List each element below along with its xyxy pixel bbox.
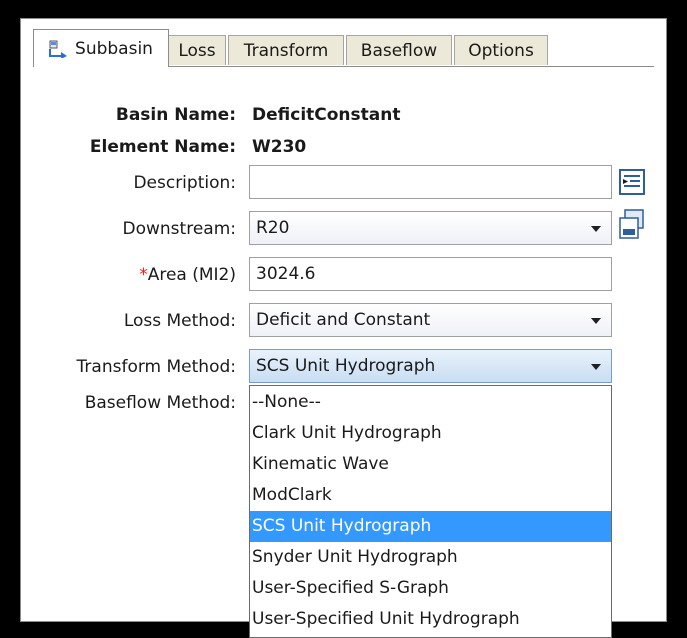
baseflow-method-label: Baseflow Method:	[84, 393, 236, 413]
text-editor-icon	[619, 169, 645, 195]
tab-transform-label: Transform	[243, 40, 329, 61]
basin-name-label: Basin Name:	[115, 105, 236, 125]
description-label: Description:	[133, 173, 236, 193]
loss-method-value: Deficit and Constant	[256, 310, 431, 330]
chevron-down-icon	[591, 364, 601, 370]
transform-method-value: SCS Unit Hydrograph	[256, 356, 436, 376]
element-selector-icon	[619, 209, 644, 239]
downstream-select-button[interactable]	[619, 209, 645, 239]
area-label: *Area (MI2)	[139, 265, 236, 285]
tab-subbasin[interactable]: Subbasin	[33, 29, 169, 67]
area-input[interactable]: 3024.6	[249, 257, 612, 291]
subbasin-icon	[49, 40, 69, 59]
dropdown-option[interactable]: Kinematic Wave	[250, 449, 611, 480]
transform-method-label: Transform Method:	[76, 357, 236, 377]
description-input[interactable]	[249, 165, 612, 199]
element-name-value: W230	[252, 137, 307, 157]
dropdown-option-selected[interactable]: SCS Unit Hydrograph	[250, 511, 611, 542]
tab-loss[interactable]: Loss	[168, 35, 226, 65]
element-name-label: Element Name:	[89, 137, 236, 157]
component-editor-panel: Subbasin Loss Transform Baseflow Options…	[20, 18, 667, 638]
downstream-label: Downstream:	[122, 219, 236, 239]
chevron-down-icon	[591, 318, 601, 324]
tab-baseflow-label: Baseflow	[360, 40, 438, 61]
required-marker: *	[139, 265, 148, 285]
dropdown-option[interactable]: ModClark	[250, 480, 611, 511]
tab-options[interactable]: Options	[454, 35, 548, 65]
downstream-value: R20	[256, 218, 290, 238]
downstream-select[interactable]: R20	[249, 211, 612, 245]
basin-name-value: DeficitConstant	[252, 105, 401, 125]
tab-loss-label: Loss	[178, 40, 216, 61]
transform-method-select[interactable]: SCS Unit Hydrograph	[249, 349, 612, 383]
transform-method-dropdown: --None-- Clark Unit Hydrograph Kinematic…	[249, 385, 612, 638]
tab-bar: Subbasin Loss Transform Baseflow Options	[33, 29, 654, 67]
dropdown-option[interactable]: --None--	[250, 387, 611, 418]
tab-baseflow[interactable]: Baseflow	[346, 35, 452, 65]
area-label-text: Area (MI2)	[147, 265, 236, 285]
description-editor-button[interactable]	[619, 169, 645, 195]
dropdown-option[interactable]: User-Specified Unit Hydrograph	[250, 604, 611, 635]
dropdown-option[interactable]: Snyder Unit Hydrograph	[250, 542, 611, 573]
loss-method-label: Loss Method:	[123, 311, 236, 331]
loss-method-select[interactable]: Deficit and Constant	[249, 303, 612, 337]
dropdown-option[interactable]: User-Specified S-Graph	[250, 573, 611, 604]
dropdown-option[interactable]: Clark Unit Hydrograph	[250, 418, 611, 449]
tab-options-label: Options	[468, 40, 534, 61]
tab-transform[interactable]: Transform	[228, 35, 344, 65]
chevron-down-icon	[591, 226, 601, 232]
tab-subbasin-label: Subbasin	[75, 38, 153, 59]
subbasin-form: Basin Name: DeficitConstant Element Name…	[33, 66, 654, 638]
